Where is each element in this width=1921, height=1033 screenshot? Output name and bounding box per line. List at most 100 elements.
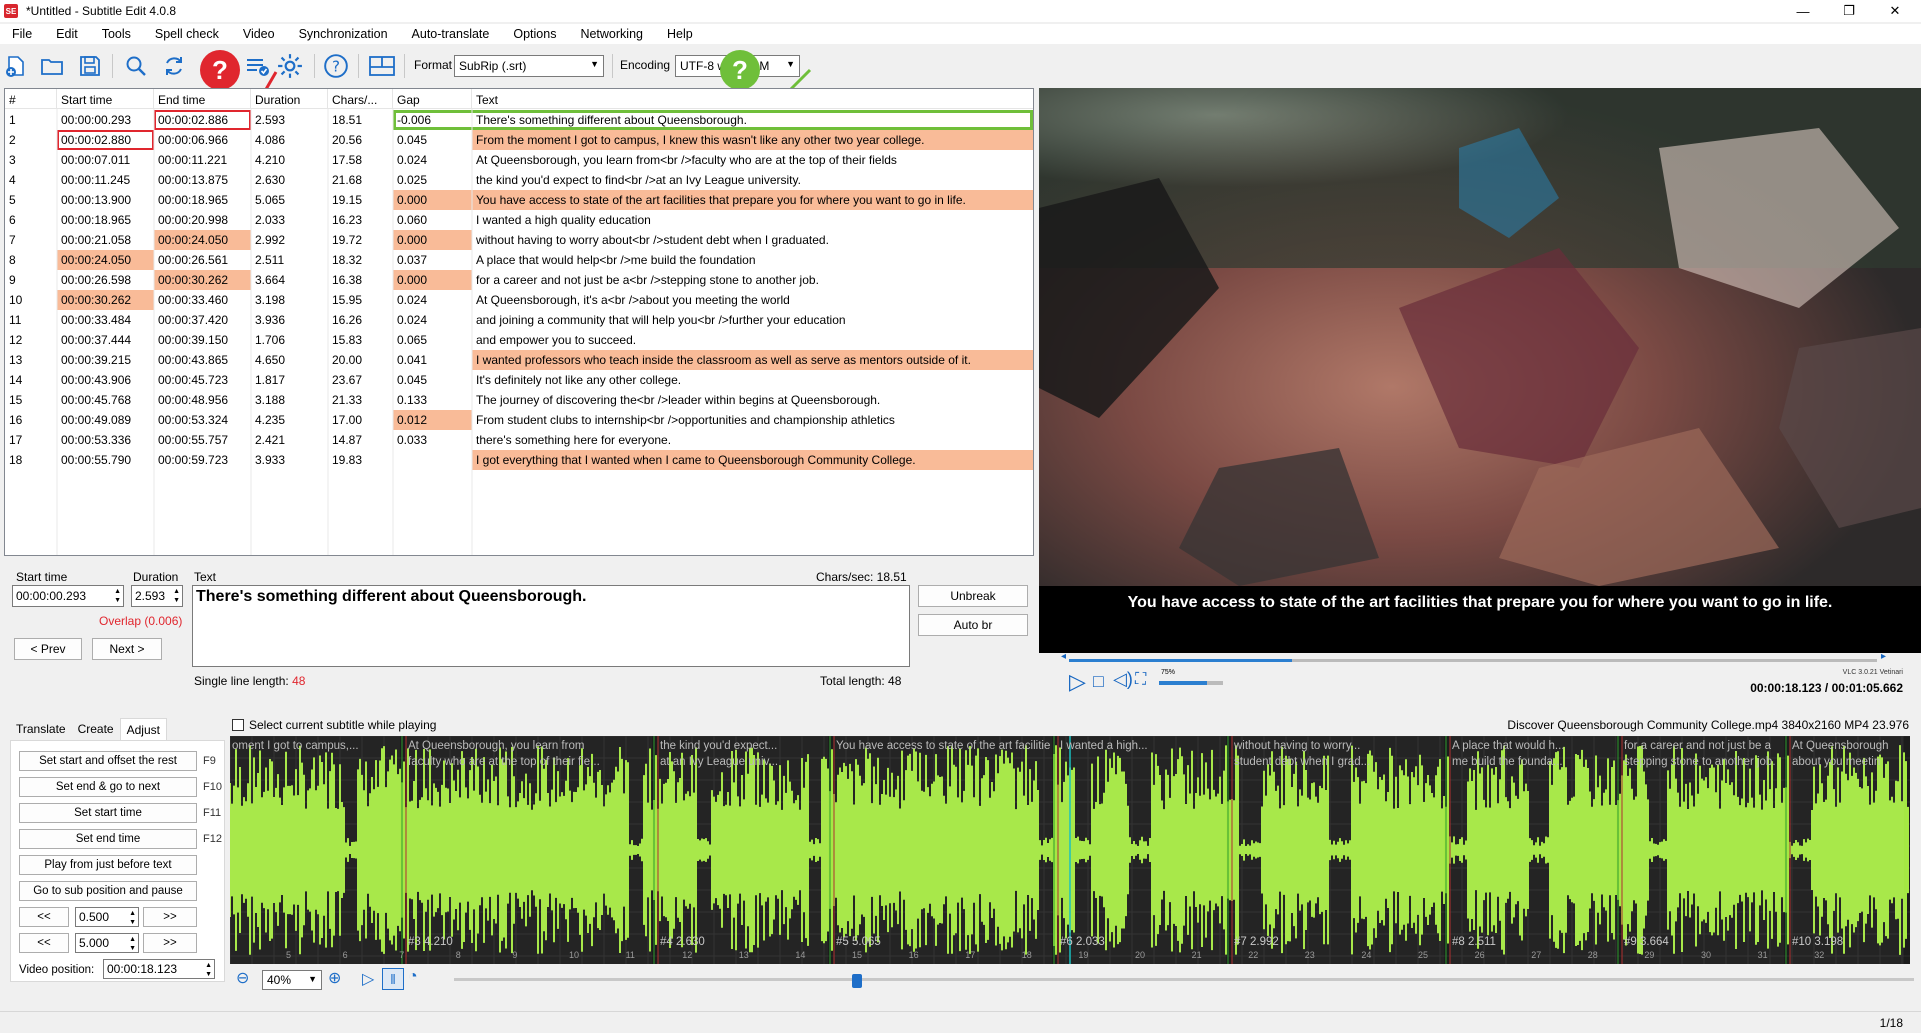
seek-back-icon[interactable]: ◂ xyxy=(1061,651,1066,662)
save-icon[interactable] xyxy=(76,52,104,80)
large-step-input[interactable]: 5.000 ▲ ▼ xyxy=(75,933,139,953)
table-row[interactable]: 5 00:00:13.900 00:00:18.965 5.065 19.15 0.000… xyxy=(5,190,1033,210)
menu-help[interactable]: Help xyxy=(655,27,705,41)
set-end-go-next-button[interactable]: Set end & go to next xyxy=(19,777,197,797)
menu-synchronization[interactable]: Synchronization xyxy=(287,27,400,41)
waveform-segment-text[interactable]: without having to worry... student debt w… xyxy=(1234,738,1442,770)
fullscreen-icon[interactable]: ⛶ xyxy=(1135,671,1146,689)
format-dropdown[interactable]: SubRip (.srt) ▼ xyxy=(454,55,604,77)
play-before-text-button[interactable]: Play from just before text xyxy=(19,855,197,875)
close-button[interactable]: ✕ xyxy=(1872,0,1918,22)
next-button[interactable]: Next > xyxy=(92,638,162,660)
menu-video[interactable]: Video xyxy=(231,27,287,41)
new-file-icon[interactable] xyxy=(2,52,30,80)
column-header-gap[interactable]: Gap xyxy=(393,89,472,109)
table-row[interactable]: 4 00:00:11.245 00:00:13.875 2.630 21.68 0.025… xyxy=(5,170,1033,190)
tab-adjust[interactable]: Adjust xyxy=(119,718,167,740)
spinner-icon[interactable]: ▲ ▼ xyxy=(129,909,136,927)
menu-networking[interactable]: Networking xyxy=(568,27,655,41)
tab-translate[interactable]: Translate xyxy=(10,718,72,740)
waveform-position-slider[interactable] xyxy=(454,978,1914,981)
table-row[interactable]: 11 00:00:33.484 00:00:37.420 3.936 16.26 0.02… xyxy=(5,310,1033,330)
checkbox-icon[interactable] xyxy=(232,719,244,731)
small-step-input[interactable]: 0.500 ▲ ▼ xyxy=(75,907,139,927)
video-player[interactable]: You have access to state of the art faci… xyxy=(1039,88,1921,653)
open-folder-icon[interactable] xyxy=(38,52,66,80)
table-row[interactable]: 16 00:00:49.089 00:00:53.324 4.235 17.00 0.01… xyxy=(5,410,1033,430)
menu-edit[interactable]: Edit xyxy=(44,27,90,41)
search-icon[interactable] xyxy=(122,52,150,80)
spinner-icon[interactable]: ▲ ▼ xyxy=(114,587,121,605)
play-icon[interactable]: ▷ xyxy=(1069,669,1086,695)
waveform-segment-text[interactable]: for a career and not just be a stepping s… xyxy=(1624,738,1782,770)
auto-br-button[interactable]: Auto br xyxy=(918,614,1028,636)
set-end-time-button[interactable]: Set end time xyxy=(19,829,197,849)
mute-icon[interactable]: ◁) xyxy=(1113,669,1133,690)
table-row[interactable]: 8 00:00:24.050 00:00:26.561 2.511 18.32 0.037… xyxy=(5,250,1033,270)
waveform-segment-text[interactable]: You have access to state of the art faci… xyxy=(836,738,1050,754)
table-row[interactable]: 9 00:00:26.598 00:00:30.262 3.664 16.38 0.000… xyxy=(5,270,1033,290)
table-row[interactable]: 18 00:00:55.790 00:00:59.723 3.933 19.83 I go… xyxy=(5,450,1033,470)
menu-options[interactable]: Options xyxy=(501,27,568,41)
tab-create[interactable]: Create xyxy=(72,718,120,740)
waveform-segment-text[interactable]: At Queensborough about you meetin xyxy=(1792,738,1902,770)
seek-bar[interactable] xyxy=(1069,659,1877,662)
table-row[interactable]: 3 00:00:07.011 00:00:11.221 4.210 17.58 0.024… xyxy=(5,150,1033,170)
spinner-icon[interactable]: ▲ ▼ xyxy=(173,587,180,605)
set-start-offset-button[interactable]: Set start and offset the rest xyxy=(19,751,197,771)
video-position-input[interactable]: 00:00:18.123 ▲ ▼ xyxy=(103,959,215,979)
fix-list-icon[interactable] xyxy=(244,52,272,80)
table-row[interactable]: 17 00:00:53.336 00:00:55.757 2.421 14.87 0.03… xyxy=(5,430,1033,450)
waveform-segment-text[interactable]: oment I got to campus,... xyxy=(232,738,398,754)
play-selection-icon[interactable]: ‖ xyxy=(382,968,404,990)
spinner-icon[interactable]: ▲ ▼ xyxy=(205,961,212,979)
play-icon[interactable]: ▷ xyxy=(362,969,374,989)
settings-gear-icon[interactable] xyxy=(276,52,304,80)
table-row[interactable]: 2 00:00:02.880 00:00:06.966 4.086 20.56 0.045… xyxy=(5,130,1033,150)
step-forward-large-button[interactable]: >> xyxy=(143,933,197,953)
zoom-in-icon[interactable]: ⊕ xyxy=(328,968,341,988)
table-row[interactable]: 6 00:00:18.965 00:00:20.998 2.033 16.23 0.060… xyxy=(5,210,1033,230)
zoom-out-icon[interactable]: ⊖ xyxy=(236,968,249,988)
column-header-text[interactable]: Text xyxy=(472,89,1033,109)
prev-button[interactable]: < Prev xyxy=(14,638,82,660)
menu-tools[interactable]: Tools xyxy=(90,27,143,41)
table-row[interactable]: 13 00:00:39.215 00:00:43.865 4.650 20.00 0.04… xyxy=(5,350,1033,370)
minimize-button[interactable]: — xyxy=(1780,0,1826,22)
unbreak-button[interactable]: Unbreak xyxy=(918,585,1028,607)
menu-auto-translate[interactable]: Auto-translate xyxy=(400,27,502,41)
go-to-sub-position-button[interactable]: Go to sub position and pause xyxy=(19,881,197,901)
layout-icon[interactable] xyxy=(368,52,396,80)
column-header-start-time[interactable]: Start time xyxy=(57,89,154,109)
waveform-segment-text[interactable]: I wanted a high... xyxy=(1060,738,1224,754)
column-header-number[interactable]: # xyxy=(5,89,57,109)
maximize-button[interactable]: ❐ xyxy=(1826,0,1872,22)
table-row[interactable]: 14 00:00:43.906 00:00:45.723 1.817 23.67 0.04… xyxy=(5,370,1033,390)
zoom-dropdown[interactable]: 40% ▼ xyxy=(262,970,322,990)
column-header-duration[interactable]: Duration xyxy=(251,89,328,109)
column-header-end-time[interactable]: End time xyxy=(154,89,251,109)
audio-waveform[interactable]: oment I got to campus,... At Queensboroug… xyxy=(230,736,1910,964)
stop-icon[interactable]: □ xyxy=(1093,671,1104,692)
waveform-slider-thumb[interactable] xyxy=(852,974,862,988)
volume-slider[interactable] xyxy=(1159,681,1223,685)
menu-spell-check[interactable]: Spell check xyxy=(143,27,231,41)
menu-file[interactable]: File xyxy=(0,27,44,41)
start-time-input[interactable]: 00:00:00.293 ▲ ▼ xyxy=(12,585,124,607)
step-forward-small-button[interactable]: >> xyxy=(143,907,197,927)
subtitle-text-editor[interactable]: There's something different about Queens… xyxy=(192,585,910,667)
select-while-playing-checkbox[interactable]: Select current subtitle while playing xyxy=(232,718,436,732)
help-icon[interactable]: ? xyxy=(322,52,350,80)
set-start-time-button[interactable]: Set start time xyxy=(19,803,197,823)
table-row[interactable]: 10 00:00:30.262 00:00:33.460 3.198 15.95 0.02… xyxy=(5,290,1033,310)
table-row[interactable]: 15 00:00:45.768 00:00:48.956 3.188 21.33 0.13… xyxy=(5,390,1033,410)
subtitle-grid[interactable]: # Start time End time Duration Chars/...… xyxy=(4,88,1034,556)
replace-icon[interactable] xyxy=(160,52,188,80)
duration-input[interactable]: 2.593 ▲ ▼ xyxy=(131,585,183,607)
waveform-segment-text[interactable]: A place that would h... me build the foun… xyxy=(1452,738,1614,770)
column-header-chars-per-sec[interactable]: Chars/... xyxy=(328,89,393,109)
waveform-segment-text[interactable]: At Queensborough, you learn from faculty … xyxy=(408,738,650,770)
spinner-icon[interactable]: ▲ ▼ xyxy=(129,935,136,953)
speed-gauge-icon[interactable]: ◔ xyxy=(408,968,418,986)
step-back-small-button[interactable]: << xyxy=(19,907,69,927)
